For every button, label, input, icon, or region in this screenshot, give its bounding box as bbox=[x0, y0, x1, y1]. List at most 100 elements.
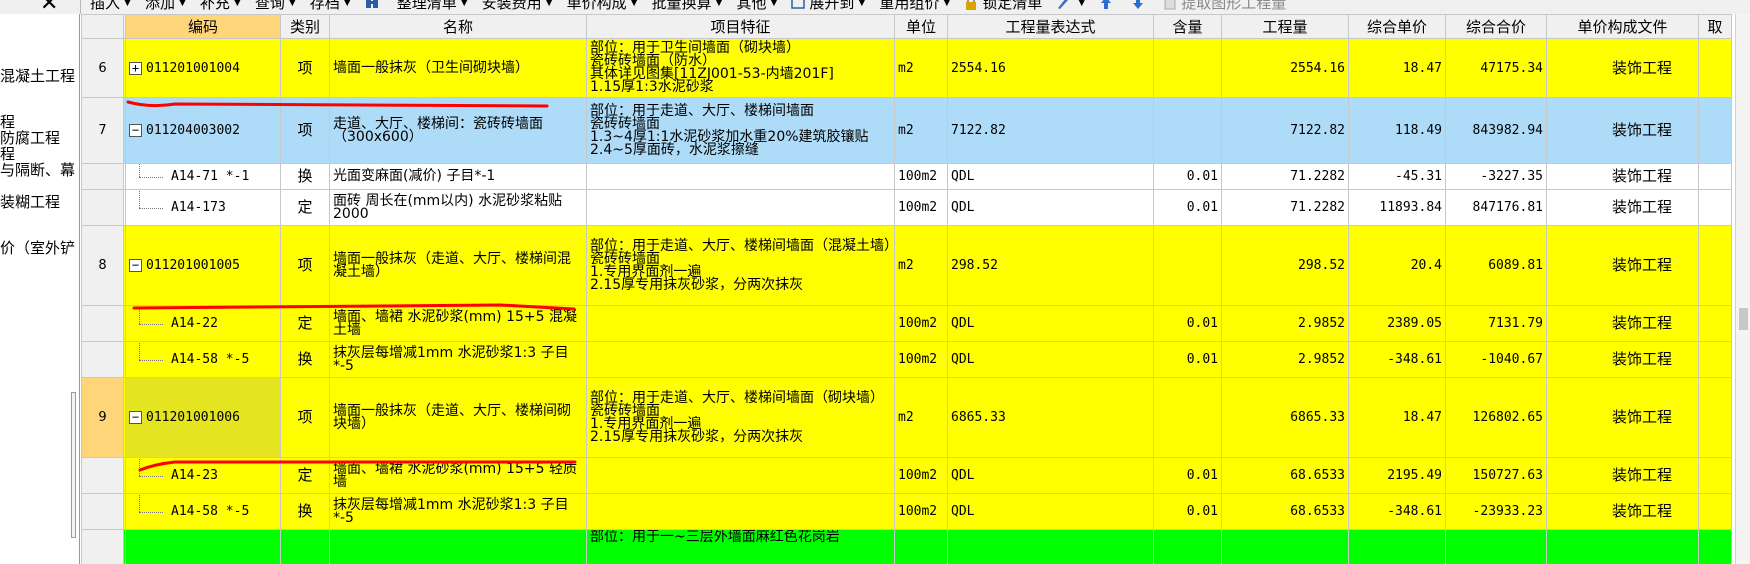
total-price-cell[interactable]: 150727.63 bbox=[1445, 457, 1547, 494]
quantity-cell[interactable] bbox=[1221, 529, 1349, 564]
name-cell[interactable]: 抹灰层每增减1mm 水泥砂浆1:3 子目*-5 bbox=[329, 341, 587, 378]
table-row[interactable]: A14-23 定 墙面、墙裙 水泥砂浆(mm) 15+5 轻质墙 100m2 Q… bbox=[81, 457, 1732, 494]
table-row[interactable]: 7 −011204003002 项 走道、大厅、楼梯间：瓷砖砖墙面（300x60… bbox=[81, 97, 1732, 164]
pricing-file-cell[interactable]: 装饰工程 bbox=[1546, 38, 1699, 98]
unit-cell[interactable]: 100m2 bbox=[894, 305, 948, 342]
unit-cell[interactable]: 100m2 bbox=[894, 341, 948, 378]
row-number[interactable] bbox=[81, 163, 124, 190]
batch-convert-menu[interactable]: 批量换算 ▼ bbox=[652, 0, 723, 12]
code-cell[interactable]: −011201001005 bbox=[125, 225, 281, 306]
code-cell[interactable] bbox=[125, 529, 281, 564]
archive-menu[interactable]: 存档 ▼ bbox=[310, 0, 351, 12]
quantity-cell[interactable]: 298.52 bbox=[1221, 225, 1349, 306]
pricing-file-cell[interactable]: 装饰工程 bbox=[1546, 225, 1699, 306]
unit-cell[interactable]: m2 bbox=[894, 377, 948, 458]
features-cell[interactable]: 部位：用于走道、大厅、楼梯间墙面 瓷砖砖墙面 1.3~4厚1:1水泥砂浆加水重2… bbox=[586, 97, 895, 164]
features-cell[interactable]: 部位：用于一~三层外墙面麻红色花岗岩 bbox=[586, 529, 895, 564]
table-row[interactable]: 8 −011201001005 项 墙面一般抹灰（走道、大厅、楼梯间混凝土墙） … bbox=[81, 225, 1732, 306]
row-number[interactable] bbox=[81, 341, 124, 378]
close-icon[interactable]: ✕ bbox=[40, 0, 58, 14]
row-number[interactable]: 6 bbox=[81, 38, 124, 98]
table-row[interactable]: A14-58 *-5 换 抹灰层每增减1mm 水泥砂浆1:3 子目*-5 100… bbox=[81, 493, 1732, 530]
unit-cell[interactable]: 100m2 bbox=[894, 189, 948, 226]
unit-price-cell[interactable]: 11893.84 bbox=[1348, 189, 1446, 226]
extra-cell[interactable] bbox=[1698, 493, 1732, 530]
move-down-button[interactable] bbox=[1131, 0, 1149, 12]
quantity-cell[interactable]: 71.2282 bbox=[1221, 163, 1349, 190]
unit-cell[interactable]: 100m2 bbox=[894, 457, 948, 494]
expression-cell[interactable]: QDL bbox=[947, 305, 1154, 342]
quantity-cell[interactable]: 2.9852 bbox=[1221, 341, 1349, 378]
unit-price-cell[interactable]: -348.61 bbox=[1348, 493, 1446, 530]
unit-price-cell[interactable] bbox=[1348, 529, 1446, 564]
content-cell[interactable]: 0.01 bbox=[1153, 305, 1222, 342]
name-cell[interactable]: 墙面一般抹灰（走道、大厅、楼梯间砌块墙） bbox=[329, 377, 587, 458]
unit-price-cell[interactable]: 20.4 bbox=[1348, 225, 1446, 306]
content-cell[interactable]: 0.01 bbox=[1153, 457, 1222, 494]
table-row[interactable]: A14-22 定 墙面、墙裙 水泥砂浆(mm) 15+5 混凝土墙 100m2 … bbox=[81, 305, 1732, 342]
content-cell[interactable]: 0.01 bbox=[1153, 189, 1222, 226]
expression-cell[interactable]: 6865.33 bbox=[947, 377, 1154, 458]
code-cell[interactable]: −011204003002 bbox=[125, 97, 281, 164]
left-tree-item[interactable]: 程 bbox=[0, 146, 15, 162]
vertical-scrollbar[interactable] bbox=[1735, 14, 1750, 564]
collapse-icon[interactable]: − bbox=[129, 259, 142, 272]
name-cell[interactable]: 面砖 周长在(mm以内) 水泥砂浆粘贴 2000 bbox=[329, 189, 587, 226]
expand-icon[interactable]: + bbox=[129, 61, 142, 75]
table-row[interactable]: A14-173 定 面砖 周长在(mm以内) 水泥砂浆粘贴 2000 100m2… bbox=[81, 189, 1732, 226]
collapse-icon[interactable]: − bbox=[129, 124, 142, 137]
insert-menu[interactable]: 插入 ▼ bbox=[90, 0, 131, 12]
type-cell[interactable]: 项 bbox=[280, 97, 330, 164]
table-row[interactable]: 部位：用于一~三层外墙面麻红色花岗岩 bbox=[81, 529, 1732, 564]
row-number[interactable] bbox=[81, 457, 124, 494]
expression-cell[interactable]: 2554.16 bbox=[947, 38, 1154, 98]
left-tree-item[interactable]: 价（室外铲 bbox=[0, 240, 75, 256]
supplement-menu[interactable]: 补充 ▼ bbox=[200, 0, 241, 12]
type-cell[interactable]: 换 bbox=[280, 341, 330, 378]
quantity-cell[interactable]: 7122.82 bbox=[1221, 97, 1349, 164]
features-cell[interactable] bbox=[586, 341, 895, 378]
row-number[interactable] bbox=[81, 189, 124, 226]
unit-cell[interactable]: 100m2 bbox=[894, 163, 948, 190]
content-cell[interactable]: 0.01 bbox=[1153, 163, 1222, 190]
features-cell[interactable]: 部位：用于走道、大厅、楼梯间墙面（砌块墙） 瓷砖砖墙面 1.专用界面剂一遍 2.… bbox=[586, 377, 895, 458]
unit-cell[interactable]: m2 bbox=[894, 97, 948, 164]
header-unit-price[interactable]: 综合单价 bbox=[1348, 14, 1446, 39]
type-cell[interactable]: 项 bbox=[280, 38, 330, 98]
left-tree-item[interactable]: 与隔断、幕 bbox=[0, 162, 75, 178]
table-row[interactable]: 6 +011201001004 项 墙面一般抹灰（卫生间砌块墙） 部位：用于卫生… bbox=[81, 38, 1732, 98]
unit-cell[interactable]: 100m2 bbox=[894, 493, 948, 530]
expression-cell[interactable]: 298.52 bbox=[947, 225, 1154, 306]
expression-cell[interactable]: QDL bbox=[947, 457, 1154, 494]
extra-cell[interactable] bbox=[1698, 225, 1732, 306]
expression-cell[interactable]: 7122.82 bbox=[947, 97, 1154, 164]
expression-cell[interactable]: QDL bbox=[947, 163, 1154, 190]
name-cell[interactable]: 墙面、墙裙 水泥砂浆(mm) 15+5 混凝土墙 bbox=[329, 305, 587, 342]
total-price-cell[interactable]: -3227.35 bbox=[1445, 163, 1547, 190]
extra-cell[interactable] bbox=[1698, 457, 1732, 494]
content-cell[interactable] bbox=[1153, 529, 1222, 564]
other-menu[interactable]: 其他 ▼ bbox=[736, 0, 777, 12]
code-cell[interactable]: A14-173 bbox=[125, 189, 281, 226]
content-cell[interactable]: 0.01 bbox=[1153, 493, 1222, 530]
pricing-file-cell[interactable]: 装饰工程 bbox=[1546, 305, 1699, 342]
features-cell[interactable] bbox=[586, 163, 895, 190]
header-code[interactable]: 编码 bbox=[125, 14, 281, 39]
total-price-cell[interactable]: 843982.94 bbox=[1445, 97, 1547, 164]
name-cell[interactable]: 墙面一般抹灰（走道、大厅、楼梯间混凝土墙） bbox=[329, 225, 587, 306]
expression-cell[interactable]: QDL bbox=[947, 341, 1154, 378]
expression-cell[interactable]: QDL bbox=[947, 189, 1154, 226]
code-cell[interactable]: A14-58 *-5 bbox=[125, 341, 281, 378]
expression-cell[interactable] bbox=[947, 529, 1154, 564]
quantity-cell[interactable]: 68.6533 bbox=[1221, 457, 1349, 494]
content-cell[interactable] bbox=[1153, 38, 1222, 98]
name-cell[interactable]: 墙面一般抹灰（卫生间砌块墙） bbox=[329, 38, 587, 98]
extra-cell[interactable] bbox=[1698, 189, 1732, 226]
name-cell[interactable]: 走道、大厅、楼梯间：瓷砖砖墙面（300x600） bbox=[329, 97, 587, 164]
unit-price-cell[interactable]: 18.47 bbox=[1348, 377, 1446, 458]
row-number[interactable]: 8 bbox=[81, 225, 124, 306]
row-number[interactable]: 7 bbox=[81, 97, 124, 164]
name-cell[interactable]: 墙面、墙裙 水泥砂浆(mm) 15+5 轻质墙 bbox=[329, 457, 587, 494]
code-cell[interactable]: A14-71 *-1 bbox=[125, 163, 281, 190]
total-price-cell[interactable]: 7131.79 bbox=[1445, 305, 1547, 342]
